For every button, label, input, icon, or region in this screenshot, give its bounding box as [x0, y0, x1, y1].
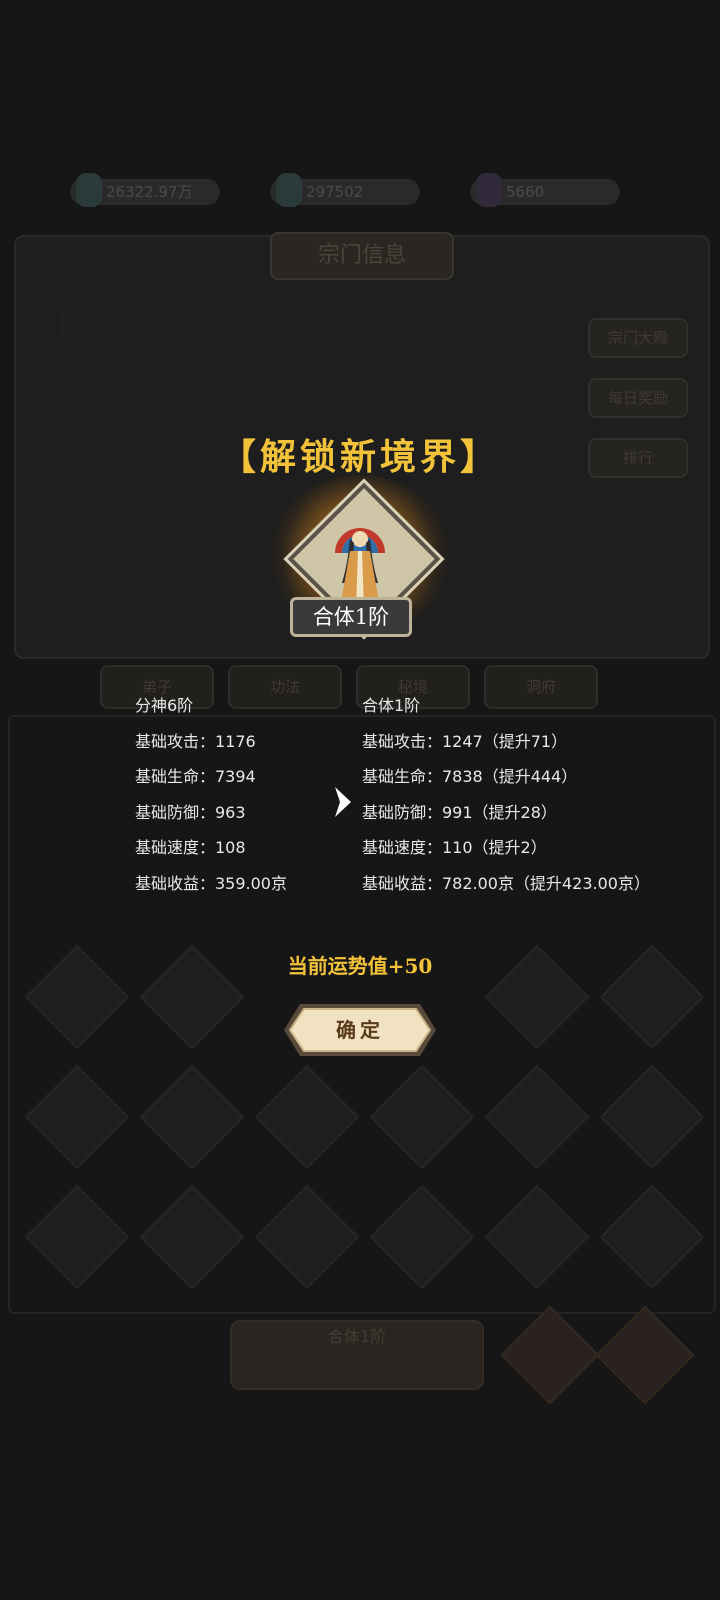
current-rank: 分神6阶	[135, 696, 194, 715]
stat-health: 基础生命：7838（提升444）	[362, 767, 578, 786]
sect-hall-button[interactable]: 宗门大殿	[588, 318, 688, 358]
stat-income: 基础收益：782.00京（提升423.00京）	[362, 873, 650, 893]
resource-value: 5660	[506, 183, 545, 201]
fortune-bonus: 当前运势值+50	[287, 954, 433, 978]
unlock-title: 【解锁新境界】	[219, 436, 500, 478]
arrow-right-icon	[335, 787, 351, 817]
stat-income: 基础收益：359.00京	[135, 873, 287, 893]
breakthrough-label: 合体1阶	[327, 1327, 387, 1346]
round-button-right[interactable]	[595, 1305, 695, 1405]
stat-defense: 基础防御：963	[135, 802, 246, 822]
crystal-icon	[76, 173, 102, 207]
gem-icon	[476, 173, 502, 207]
stat-speed: 基础速度：108	[135, 838, 246, 857]
resource-spirit-stones: 26322.97万	[70, 173, 220, 207]
resource-gems: 5660	[470, 173, 620, 207]
confirm-button[interactable]: 确定	[280, 1000, 440, 1060]
current-stats: 分神6阶 基础攻击：1176 基础生命：7394 基础防御：963 基础速度：1…	[135, 688, 287, 901]
new-rank-label: 合体1阶	[290, 597, 412, 637]
next-rank: 合体1阶	[362, 696, 421, 715]
stat-health: 基础生命：7394	[135, 767, 256, 786]
breakthrough-button[interactable]: 合体1阶	[230, 1320, 484, 1390]
sect-panel-title: 宗门信息	[270, 232, 454, 280]
stat-defense: 基础防御：991（提升28）	[362, 802, 557, 822]
stat-attack: 基础攻击：1176	[135, 731, 256, 751]
resource-value: 26322.97万	[106, 183, 193, 201]
resource-value: 297502	[306, 183, 364, 201]
next-stats: 合体1阶 基础攻击：1247（提升71） 基础生命：7838（提升444） 基础…	[362, 688, 650, 901]
confirm-label: 确定	[336, 1018, 384, 1042]
stat-speed: 基础速度：110（提升2）	[362, 838, 547, 857]
resource-herbs: 297502	[270, 173, 420, 207]
round-button-left[interactable]	[500, 1305, 600, 1405]
stat-attack: 基础攻击：1247（提升71）	[362, 731, 568, 751]
herb-icon	[276, 173, 302, 207]
daily-reward-button[interactable]: 每日奖励	[588, 378, 688, 418]
resource-bar: 26322.97万 297502 5660	[60, 165, 660, 215]
rank-badge: 合体1阶	[260, 475, 460, 655]
